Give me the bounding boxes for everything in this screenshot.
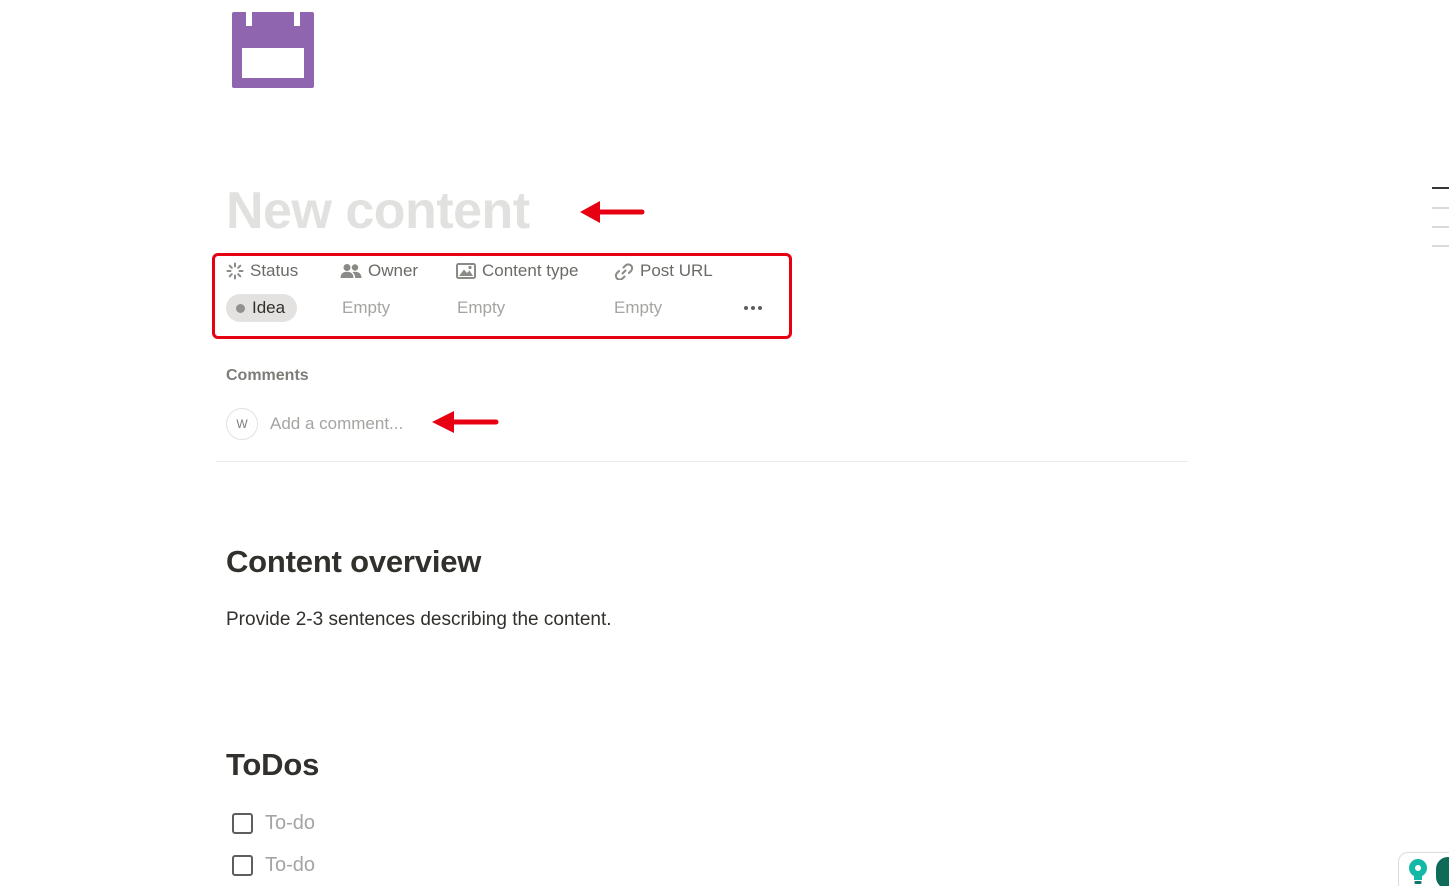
todo-item: To-do <box>232 852 315 878</box>
page-title[interactable]: New content <box>226 180 530 242</box>
outline-marker[interactable] <box>1432 245 1449 247</box>
comment-input[interactable] <box>270 412 430 436</box>
content-overview-text[interactable]: Provide 2-3 sentences describing the con… <box>226 609 612 631</box>
more-horizontal-icon[interactable] <box>736 296 770 320</box>
property-post-url-label: Post URL <box>640 261 713 280</box>
property-content-type-value[interactable]: Empty <box>457 295 505 321</box>
page: New content Status Owner Content type Po… <box>0 0 1449 886</box>
property-status-label: Status <box>250 261 299 280</box>
image-icon <box>456 263 476 279</box>
outline-marker[interactable] <box>1432 187 1449 189</box>
annotation-arrow-comment <box>432 411 499 433</box>
comments-divider <box>216 461 1188 462</box>
status-dot <box>236 303 245 313</box>
todo-checkbox[interactable] <box>232 854 253 876</box>
calendar-icon[interactable] <box>232 12 314 88</box>
status-spinner-icon <box>226 262 244 280</box>
property-post-url-header[interactable]: Post URL <box>614 259 713 283</box>
property-owner-header[interactable]: Owner <box>340 259 418 283</box>
property-post-url-value[interactable]: Empty <box>614 295 662 321</box>
todo-checkbox[interactable] <box>232 812 253 834</box>
status-select-pill[interactable]: Idea <box>226 294 298 322</box>
status-value: Idea <box>252 298 286 317</box>
extension-icon[interactable] <box>1436 857 1449 886</box>
people-icon <box>340 264 362 278</box>
todo-item: To-do <box>232 810 315 836</box>
link-icon <box>614 263 634 280</box>
annotation-arrow-title <box>580 201 645 223</box>
outline-marker[interactable] <box>1432 207 1449 209</box>
content-overview-heading[interactable]: Content overview <box>226 544 481 580</box>
property-owner-value[interactable]: Empty <box>342 295 390 321</box>
comments-label: Comments <box>226 367 309 384</box>
outline-marker[interactable] <box>1432 226 1449 228</box>
property-content-type-label: Content type <box>482 261 579 280</box>
avatar: W <box>226 408 258 440</box>
property-status-header[interactable]: Status <box>226 259 298 283</box>
property-owner-label: Owner <box>368 261 419 280</box>
todo-label[interactable]: To-do <box>265 812 315 835</box>
todo-label[interactable]: To-do <box>265 854 315 877</box>
todos-heading[interactable]: ToDos <box>226 747 319 783</box>
property-content-type-header[interactable]: Content type <box>456 259 578 283</box>
lightbulb-icon[interactable] <box>1406 858 1430 886</box>
